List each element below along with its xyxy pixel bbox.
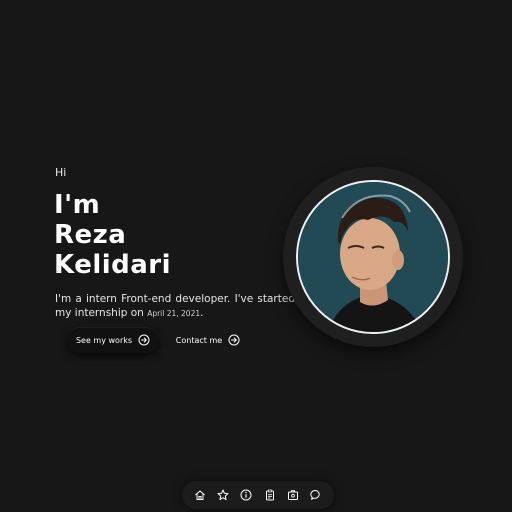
see-my-works-label: See my works bbox=[75, 335, 133, 345]
portfolio-icon bbox=[287, 490, 298, 500]
dock-item-home[interactable] bbox=[192, 487, 208, 503]
bio-date: April 21, 2021 bbox=[147, 309, 201, 318]
bio-paragraph: I'm a intern Front-end developer. I've s… bbox=[55, 292, 295, 321]
chat-icon bbox=[310, 489, 320, 500]
dock-item-about[interactable] bbox=[238, 487, 254, 503]
contact-me-button[interactable]: Contact me bbox=[168, 327, 248, 353]
contact-me-label: Contact me bbox=[175, 335, 223, 345]
name-line-2: Reza bbox=[54, 220, 127, 250]
dock-item-skills[interactable] bbox=[215, 487, 231, 503]
home-icon bbox=[194, 490, 205, 500]
dock-item-portfolio[interactable] bbox=[285, 487, 301, 503]
portrait-image bbox=[298, 182, 448, 332]
avatar bbox=[296, 180, 450, 334]
clipboard-icon bbox=[265, 489, 274, 501]
star-icon bbox=[217, 489, 229, 501]
circle-arrow-right-icon bbox=[228, 334, 240, 346]
dock-item-contact[interactable] bbox=[308, 487, 324, 503]
name-line-1: I'm bbox=[54, 190, 101, 220]
name-line-3: Kelidari bbox=[54, 250, 172, 280]
info-icon bbox=[240, 489, 252, 501]
page: Hi I'm Reza Kelidari I'm a intern Front-… bbox=[0, 0, 512, 512]
dock-item-resume[interactable] bbox=[262, 487, 278, 503]
bottom-nav-dock bbox=[182, 481, 334, 509]
see-my-works-button[interactable]: See my works bbox=[67, 327, 159, 353]
hero-name: I'm Reza Kelidari bbox=[54, 190, 171, 280]
bio-end: . bbox=[200, 307, 204, 319]
circle-arrow-right-icon bbox=[138, 334, 150, 346]
greeting-text: Hi bbox=[55, 166, 67, 179]
